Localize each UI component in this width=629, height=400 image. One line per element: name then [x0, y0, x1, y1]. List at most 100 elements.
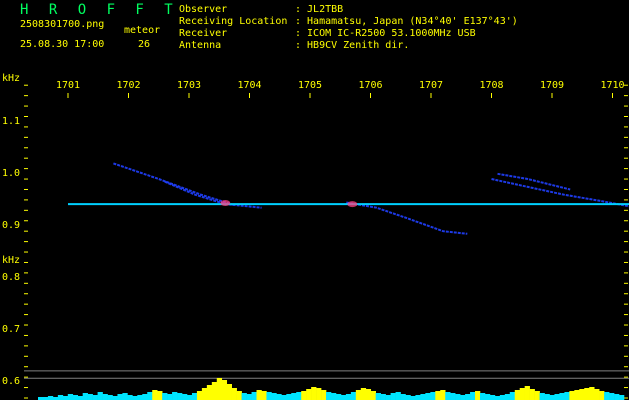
histogram-bar: [256, 390, 262, 400]
histogram-bar: [102, 394, 108, 400]
histogram-bar: [87, 394, 93, 400]
histogram-bar: [534, 391, 540, 400]
histogram-bar: [226, 384, 232, 400]
histogram-guide-lines: [24, 370, 629, 379]
histogram-bar: [92, 395, 98, 400]
histogram-bar: [549, 395, 555, 400]
histogram-bar: [385, 395, 391, 400]
histogram-bar: [186, 395, 193, 400]
histogram-bar: [499, 395, 506, 400]
meteor-trace: [491, 178, 629, 208]
histogram-bar: [410, 396, 416, 400]
histogram-bar: [340, 395, 347, 400]
histogram-bar: [345, 394, 352, 400]
histogram-bar: [122, 393, 128, 400]
histogram-bar: [350, 392, 357, 400]
histogram-bar: [236, 391, 242, 400]
meteor-trace: [346, 201, 468, 235]
histogram-bar: [604, 392, 610, 400]
histogram-bar: [564, 392, 570, 400]
histogram-bar: [211, 382, 218, 400]
histogram-bar: [415, 395, 421, 400]
histogram-bar: [311, 387, 317, 400]
histogram-bar: [614, 394, 620, 400]
histogram-bar: [514, 390, 521, 400]
histogram-bar: [301, 391, 307, 400]
histogram-bar: [326, 392, 332, 400]
histogram-bar: [62, 396, 69, 400]
spectrogram-plot: [24, 84, 629, 400]
histogram-bar: [430, 392, 436, 400]
meteor-count-histogram: [38, 378, 625, 400]
histogram-bar: [335, 394, 342, 400]
histogram-bar: [107, 395, 113, 400]
hrofft-spectrogram-window: H R O F F T 2508301700.png meteor 25.08.…: [0, 0, 629, 400]
histogram-bar: [286, 394, 292, 400]
histogram-bar: [167, 394, 173, 400]
histogram-bar: [504, 394, 511, 400]
histogram-bar: [445, 392, 451, 400]
echo-mark: [347, 201, 358, 208]
histogram-bar: [196, 391, 203, 400]
histogram-bar: [400, 394, 406, 400]
histogram-bar: [276, 394, 282, 400]
histogram-bar: [355, 390, 362, 400]
histogram-bar: [77, 396, 83, 400]
histogram-bar: [132, 396, 138, 400]
histogram-bar: [554, 394, 560, 400]
histogram-bar: [157, 391, 163, 400]
histogram-bar: [484, 394, 491, 400]
histogram-bar: [127, 395, 133, 400]
histogram-bar: [470, 392, 476, 400]
histogram-bar: [370, 391, 376, 400]
histogram-bar: [281, 395, 287, 400]
histogram-bar: [539, 393, 545, 400]
histogram-bar: [241, 393, 247, 400]
histogram-bar: [296, 392, 302, 400]
echo-marks: [220, 200, 358, 208]
histogram-bar: [494, 396, 501, 400]
histogram-bar: [465, 394, 471, 400]
histogram-bar: [57, 395, 64, 400]
histogram-bar: [112, 396, 118, 400]
histogram-bar: [405, 395, 411, 400]
histogram-bar: [182, 394, 188, 400]
histogram-bar: [479, 393, 486, 400]
histogram-bar: [619, 395, 625, 400]
histogram-bar: [291, 393, 297, 400]
histogram-bar: [420, 394, 426, 400]
histogram-bar: [97, 392, 103, 400]
histogram-bar: [67, 394, 74, 400]
histogram-bar: [142, 394, 148, 400]
histogram-bar: [201, 388, 208, 400]
histogram-bar: [191, 393, 198, 400]
histogram-bar: [147, 392, 153, 400]
histogram-bar: [82, 393, 88, 400]
meteor-traces: [113, 162, 629, 235]
histogram-bar: [599, 391, 605, 400]
axis-frame: [24, 84, 628, 399]
histogram-bar: [231, 388, 237, 400]
histogram-bar: [609, 393, 615, 400]
histogram-bar: [519, 388, 525, 400]
histogram-bar: [216, 378, 223, 400]
echo-mark: [220, 200, 231, 207]
meteor-trace: [497, 172, 571, 191]
histogram-bar: [524, 386, 530, 400]
histogram-bar: [395, 392, 401, 400]
histogram-bar: [152, 390, 158, 400]
histogram-bar: [440, 390, 446, 400]
histogram-bar: [509, 392, 516, 400]
histogram-bar: [316, 388, 322, 400]
histogram-bar: [331, 393, 337, 400]
histogram-bar: [72, 395, 79, 400]
histogram-bar: [559, 393, 565, 400]
histogram-bar: [251, 392, 257, 400]
histogram-bar: [569, 391, 575, 400]
histogram-bar: [380, 394, 386, 400]
histogram-bar: [246, 394, 252, 400]
histogram-bar: [460, 395, 466, 400]
histogram-bar: [455, 394, 461, 400]
histogram-bar: [584, 388, 590, 400]
histogram-bar: [589, 387, 595, 400]
